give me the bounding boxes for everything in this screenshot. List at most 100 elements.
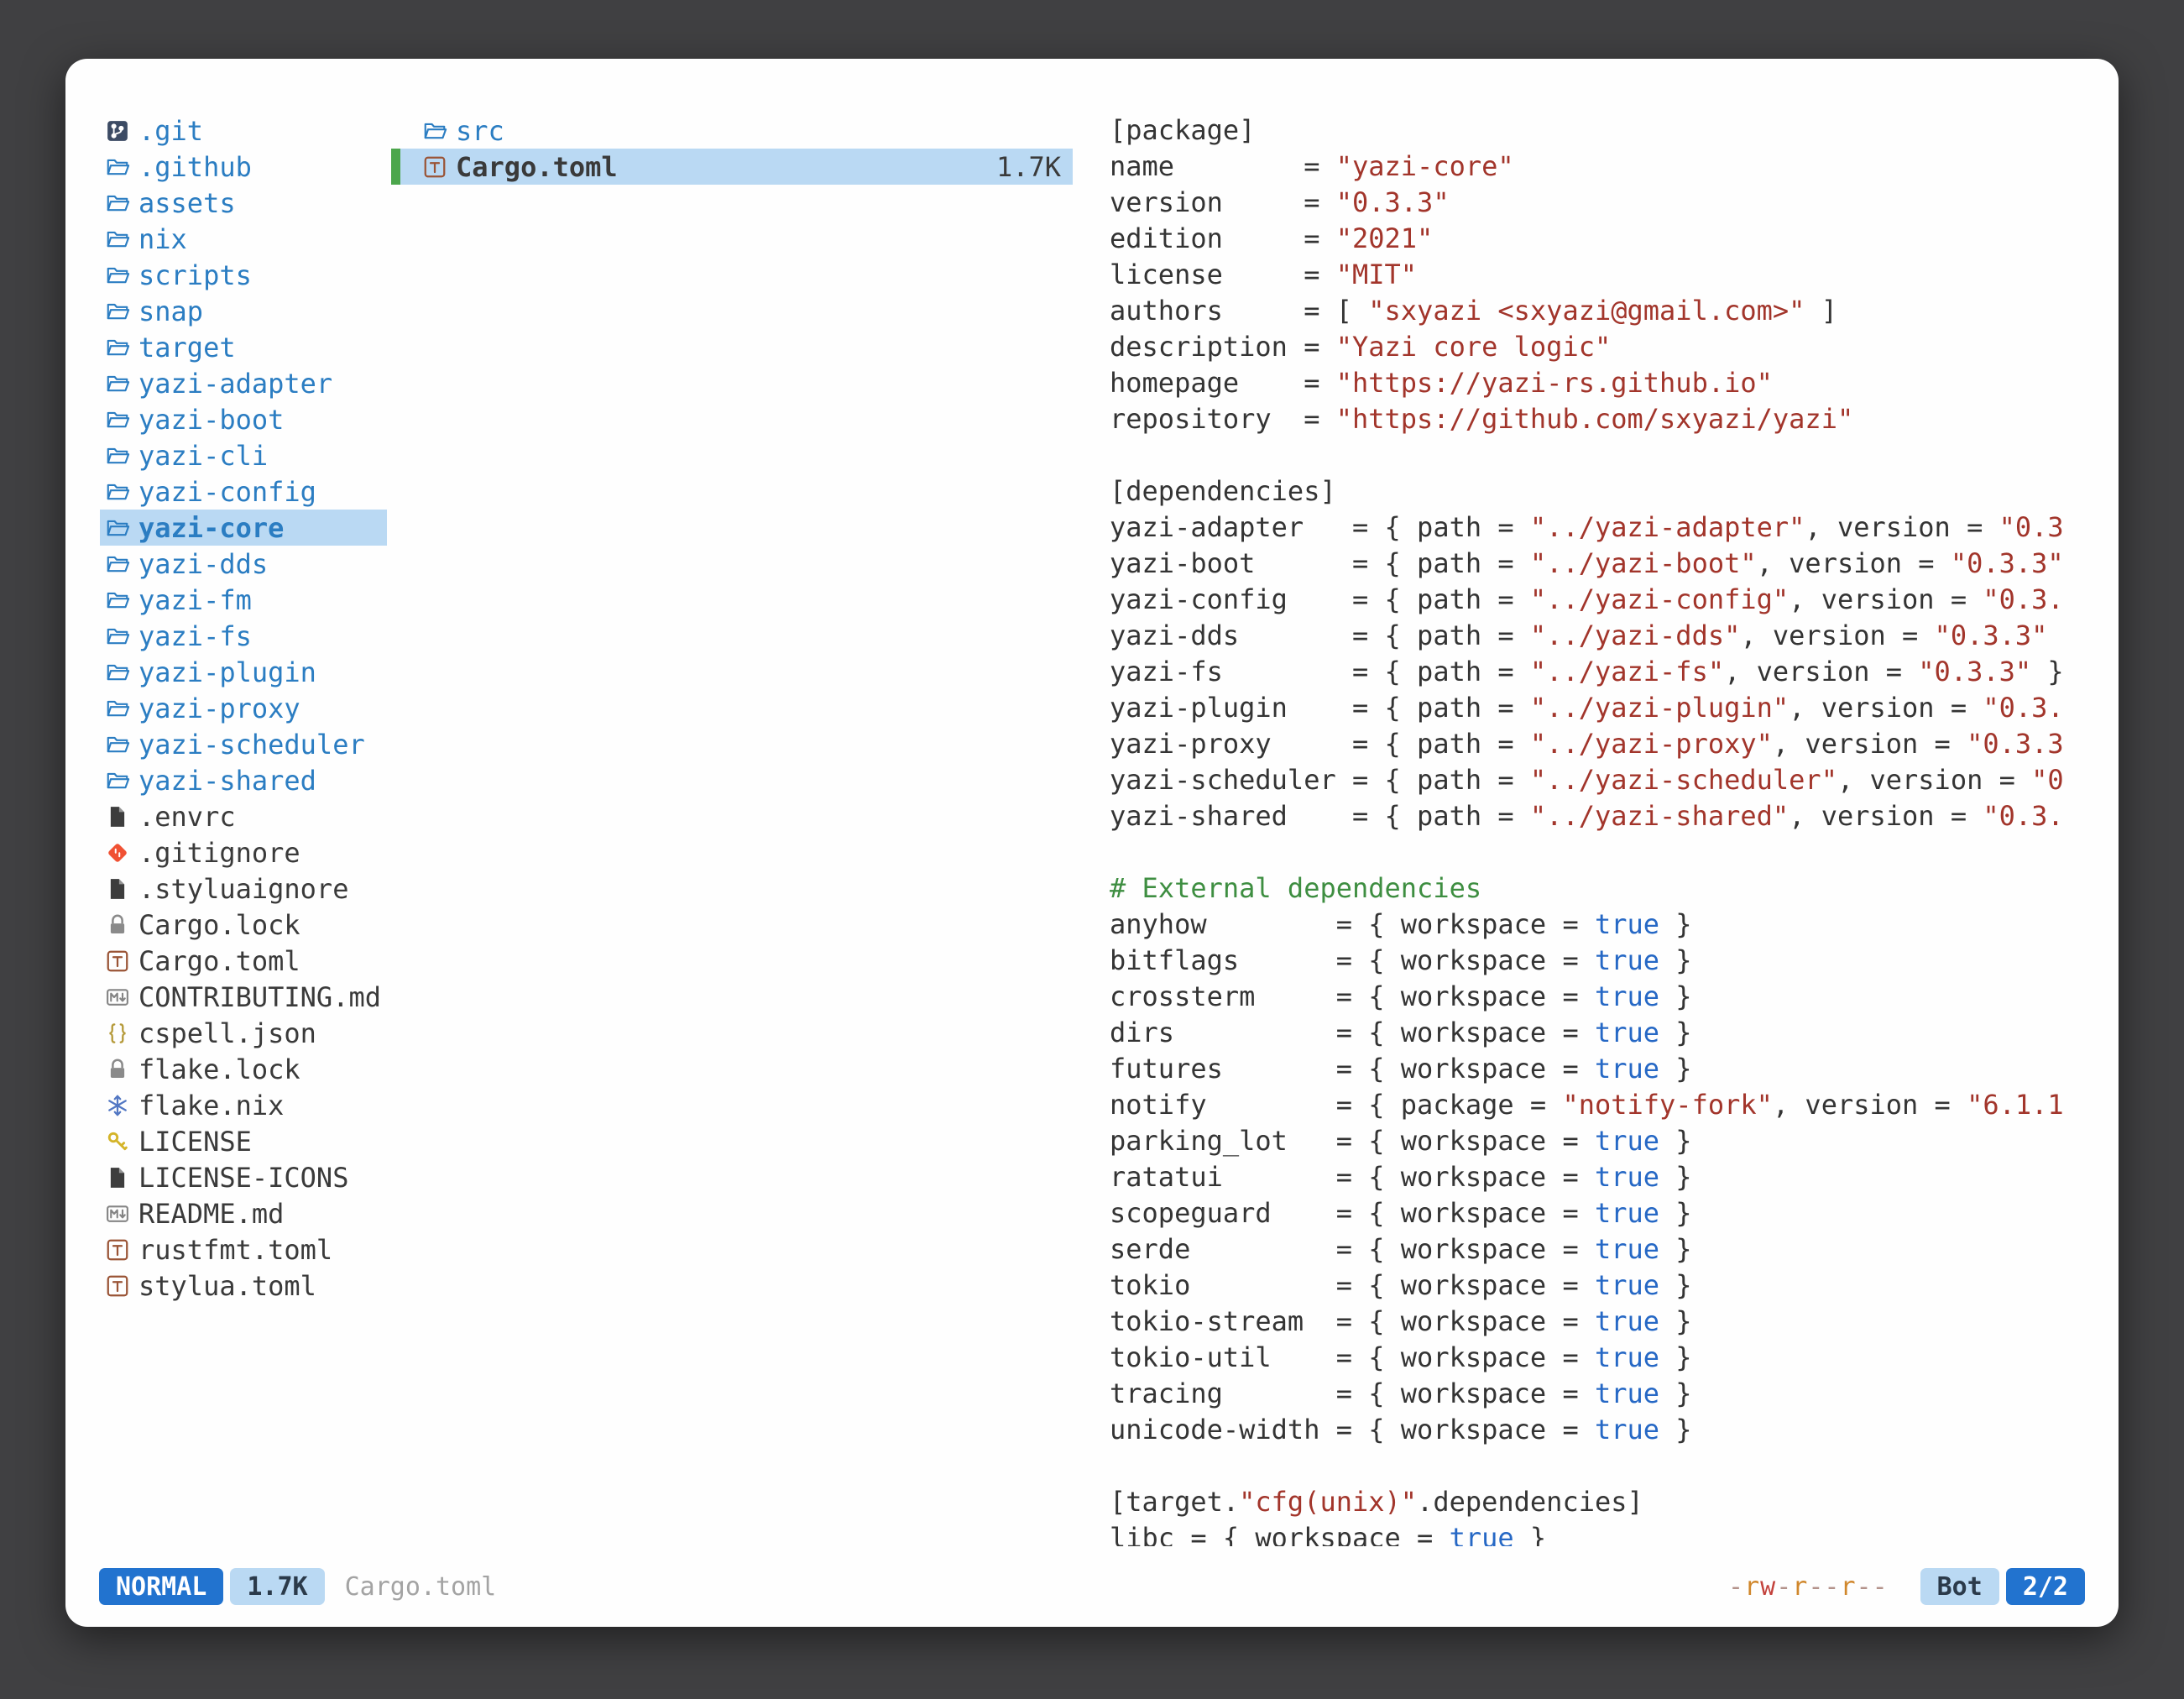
- file-row-assets[interactable]: assets: [100, 185, 387, 221]
- file-name: .styluaignore: [138, 873, 348, 905]
- file-row-target[interactable]: target: [100, 329, 387, 365]
- file-row--gitignore[interactable]: .gitignore: [100, 834, 387, 870]
- folder-icon: [104, 623, 131, 650]
- folder-icon: [104, 154, 131, 180]
- file-row-scripts[interactable]: scripts: [100, 257, 387, 293]
- code-line: homepage = "https://yazi-rs.github.io": [1110, 365, 2088, 401]
- status-bar: NORMAL 1.7K Cargo.toml -rw-r--r-- Bot 2/…: [99, 1568, 2085, 1605]
- file-row-cargo-toml[interactable]: Cargo.toml1.7K: [391, 149, 1073, 185]
- file-row-yazi-shared[interactable]: yazi-shared: [100, 762, 387, 798]
- file-row-license[interactable]: LICENSE: [100, 1123, 387, 1159]
- code-line: unicode-width = { workspace = true }: [1110, 1412, 2088, 1448]
- current-directory-pane[interactable]: srcCargo.toml1.7K: [391, 112, 1073, 185]
- folder-icon: [104, 442, 131, 469]
- file-row-src[interactable]: src: [391, 112, 1073, 149]
- file-name: rustfmt.toml: [138, 1234, 332, 1266]
- mode-badge: NORMAL: [99, 1568, 223, 1605]
- file-name: .github: [138, 151, 252, 183]
- code-line: [target."cfg(unix)".dependencies]: [1110, 1484, 2088, 1520]
- file-name: flake.lock: [138, 1053, 300, 1085]
- code-line: dirs = { workspace = true }: [1110, 1015, 2088, 1051]
- desktop-background: .git.githubassetsnixscriptssnaptargetyaz…: [0, 0, 2184, 1699]
- file-row--styluaignore[interactable]: .styluaignore: [100, 870, 387, 907]
- file-row-cargo-toml[interactable]: Cargo.toml: [100, 943, 387, 979]
- gitignore-icon: [104, 839, 131, 866]
- status-bar-right: -rw-r--r-- Bot 2/2: [1728, 1568, 2085, 1605]
- file-row-contributing-md[interactable]: CONTRIBUTING.md: [100, 979, 387, 1015]
- file-row-rustfmt-toml[interactable]: rustfmt.toml: [100, 1231, 387, 1268]
- file-name: yazi-shared: [138, 765, 316, 797]
- file-name: src: [456, 115, 504, 147]
- file-row-cargo-lock[interactable]: Cargo.lock: [100, 907, 387, 943]
- file-name: yazi-core: [138, 512, 284, 544]
- file-name: snap: [138, 295, 203, 327]
- file-row-cspell-json[interactable]: cspell.json: [100, 1015, 387, 1051]
- file-row--github[interactable]: .github: [100, 149, 387, 185]
- folder-icon: [104, 551, 131, 578]
- file-row-stylua-toml[interactable]: stylua.toml: [100, 1268, 387, 1304]
- file-row-yazi-dds[interactable]: yazi-dds: [100, 546, 387, 582]
- code-line: parking_lot = { workspace = true }: [1110, 1123, 2088, 1159]
- code-line: repository = "https://github.com/sxyazi/…: [1110, 401, 2088, 437]
- status-bar-left: NORMAL 1.7K Cargo.toml: [99, 1568, 496, 1605]
- file-row--envrc[interactable]: .envrc: [100, 798, 387, 834]
- code-line: scopeguard = { workspace = true }: [1110, 1195, 2088, 1231]
- file-name: stylua.toml: [138, 1270, 316, 1302]
- file-row-flake-lock[interactable]: flake.lock: [100, 1051, 387, 1087]
- file-name: .envrc: [138, 801, 236, 833]
- code-line: libc = { workspace = true }: [1110, 1520, 2088, 1546]
- file-name: scripts: [138, 259, 252, 291]
- toml-icon: [104, 1273, 131, 1299]
- file-row-license-icons[interactable]: LICENSE-ICONS: [100, 1159, 387, 1195]
- file-preview-pane[interactable]: [package]name = "yazi-core"version = "0.…: [1110, 112, 2088, 1546]
- code-line: [1110, 1448, 2088, 1484]
- parent-directory-pane[interactable]: .git.githubassetsnixscriptssnaptargetyaz…: [100, 112, 387, 1304]
- file-row-yazi-proxy[interactable]: yazi-proxy: [100, 690, 387, 726]
- code-line: tokio-util = { workspace = true }: [1110, 1340, 2088, 1376]
- code-line: yazi-plugin = { path = "../yazi-plugin",…: [1110, 690, 2088, 726]
- file-row-flake-nix[interactable]: flake.nix: [100, 1087, 387, 1123]
- code-line: yazi-shared = { path = "../yazi-shared",…: [1110, 798, 2088, 834]
- file-row-yazi-fm[interactable]: yazi-fm: [100, 582, 387, 618]
- code-line: tokio-stream = { workspace = true }: [1110, 1304, 2088, 1340]
- scroll-position-badge: Bot: [1920, 1568, 1999, 1605]
- file-row-yazi-cli[interactable]: yazi-cli: [100, 437, 387, 473]
- file-name: Cargo.toml: [456, 151, 618, 183]
- md-icon: [104, 984, 131, 1011]
- file-name: yazi-plugin: [138, 656, 316, 688]
- file-row--git[interactable]: .git: [100, 112, 387, 149]
- code-line: yazi-proxy = { path = "../yazi-proxy", v…: [1110, 726, 2088, 762]
- file-row-yazi-adapter[interactable]: yazi-adapter: [100, 365, 387, 401]
- git-icon: [104, 118, 131, 144]
- file-row-yazi-boot[interactable]: yazi-boot: [100, 401, 387, 437]
- folder-icon: [104, 731, 131, 758]
- file-row-yazi-config[interactable]: yazi-config: [100, 473, 387, 510]
- file-name: .gitignore: [138, 837, 300, 869]
- code-line: ratatui = { workspace = true }: [1110, 1159, 2088, 1195]
- yazi-file-manager-window: .git.githubassetsnixscriptssnaptargetyaz…: [65, 59, 2119, 1627]
- code-line: notify = { package = "notify-fork", vers…: [1110, 1087, 2088, 1123]
- file-name: yazi-scheduler: [138, 729, 365, 761]
- folder-icon: [104, 370, 131, 397]
- file-row-readme-md[interactable]: README.md: [100, 1195, 387, 1231]
- file-row-snap[interactable]: snap: [100, 293, 387, 329]
- code-line: yazi-dds = { path = "../yazi-dds", versi…: [1110, 618, 2088, 654]
- nix-icon: [104, 1092, 131, 1119]
- file-row-yazi-fs[interactable]: yazi-fs: [100, 618, 387, 654]
- file-row-nix[interactable]: nix: [100, 221, 387, 257]
- file-name: LICENSE: [138, 1126, 252, 1158]
- file-name: cspell.json: [138, 1017, 316, 1049]
- file-name: yazi-fm: [138, 584, 252, 616]
- file-row-yazi-core[interactable]: yazi-core: [100, 510, 387, 546]
- file-name: yazi-cli: [138, 440, 268, 472]
- code-line: [1110, 437, 2088, 473]
- code-line: crossterm = { workspace = true }: [1110, 979, 2088, 1015]
- code-line: [1110, 834, 2088, 870]
- code-line: yazi-scheduler = { path = "../yazi-sched…: [1110, 762, 2088, 798]
- hover-marker: [391, 149, 400, 185]
- file-row-yazi-plugin[interactable]: yazi-plugin: [100, 654, 387, 690]
- folder-icon: [104, 659, 131, 686]
- file-row-yazi-scheduler[interactable]: yazi-scheduler: [100, 726, 387, 762]
- file-name: yazi-dds: [138, 548, 268, 580]
- file-name: nix: [138, 223, 187, 255]
